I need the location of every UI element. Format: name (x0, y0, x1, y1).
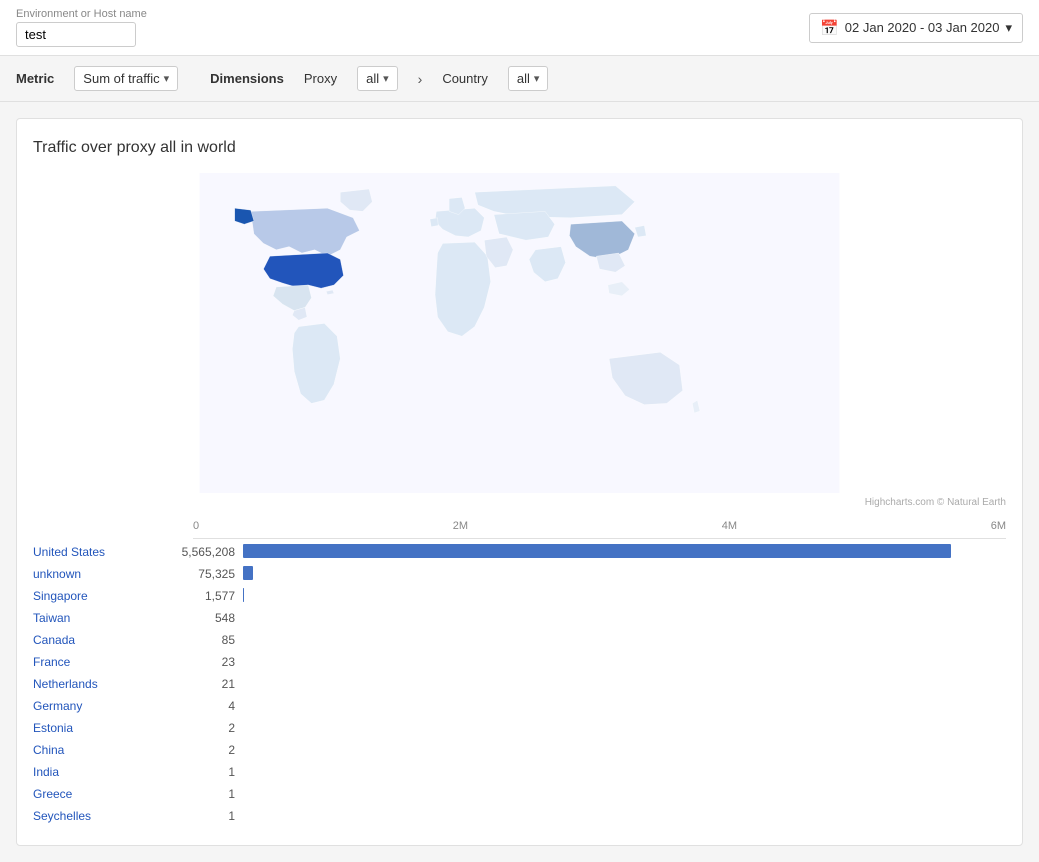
country-all-value: all (517, 71, 530, 86)
bar-chart-area: 0 2M 4M 6M United States 5,565,208 unkno… (33, 516, 1006, 825)
chevron-down-icon: ▾ (1005, 20, 1012, 36)
country-value: 75,325 (173, 567, 243, 581)
table-row: United States 5,565,208 (33, 543, 1006, 561)
country-name-link[interactable]: Germany (33, 699, 173, 713)
x-axis-2m: 2M (453, 520, 468, 532)
bar-wrap (243, 588, 1006, 604)
env-label: Environment or Host name (16, 8, 147, 20)
proxy-select[interactable]: all ▾ (357, 66, 398, 91)
bar-wrap (243, 566, 1006, 582)
date-range-picker[interactable]: 📅 02 Jan 2020 - 03 Jan 2020 ▾ (809, 13, 1023, 43)
country-value: 4 (173, 699, 243, 713)
country-name-link[interactable]: Greece (33, 787, 173, 801)
bar-rows: United States 5,565,208 unknown 75,325 S… (33, 543, 1006, 825)
country-value: 85 (173, 633, 243, 647)
metric-value: Sum of traffic (83, 71, 159, 86)
x-axis: 0 2M 4M 6M (193, 520, 1006, 532)
env-selector-group: Environment or Host name test (16, 8, 147, 47)
country-value: 1 (173, 809, 243, 823)
country-name-link[interactable]: China (33, 743, 173, 757)
country-value: 548 (173, 611, 243, 625)
chevron-down-icon: ▾ (164, 72, 170, 85)
chevron-down-icon: ▾ (383, 72, 389, 85)
bar-wrap (243, 786, 1006, 802)
bar-wrap (243, 720, 1006, 736)
metric-label: Metric (16, 71, 54, 86)
world-map (33, 173, 1006, 493)
table-row: Netherlands 21 (33, 675, 1006, 693)
table-row: China 2 (33, 741, 1006, 759)
country-value: 5,565,208 (173, 545, 243, 559)
country-name-link[interactable]: France (33, 655, 173, 669)
country-name-link[interactable]: United States (33, 545, 173, 559)
country-value: 1 (173, 787, 243, 801)
bar-wrap (243, 676, 1006, 692)
bar-wrap (243, 742, 1006, 758)
x-axis-4m: 4M (722, 520, 737, 532)
x-axis-6m: 6M (991, 520, 1006, 532)
country-name-link[interactable]: unknown (33, 567, 173, 581)
x-axis-0: 0 (193, 520, 199, 532)
bar (243, 544, 951, 558)
map-svg (33, 173, 1006, 493)
country-name-link[interactable]: Netherlands (33, 677, 173, 691)
proxy-label: Proxy (304, 71, 337, 86)
country-name-link[interactable]: Singapore (33, 589, 173, 603)
chart-card: Traffic over proxy all in world (16, 118, 1023, 846)
bar-wrap (243, 764, 1006, 780)
country-value: 1 (173, 765, 243, 779)
arrow-icon: › (418, 71, 423, 87)
bar-wrap (243, 808, 1006, 824)
date-range-text: 02 Jan 2020 - 03 Jan 2020 (845, 20, 1000, 35)
table-row: Seychelles 1 (33, 807, 1006, 825)
metric-bar: Metric Sum of traffic ▾ Dimensions Proxy… (0, 56, 1039, 102)
bar-wrap (243, 698, 1006, 714)
bar-wrap (243, 654, 1006, 670)
country-value: 23 (173, 655, 243, 669)
table-row: France 23 (33, 653, 1006, 671)
table-row: Germany 4 (33, 697, 1006, 715)
metric-select[interactable]: Sum of traffic ▾ (74, 66, 178, 91)
calendar-icon: 📅 (820, 19, 839, 37)
top-bar: Environment or Host name test 📅 02 Jan 2… (0, 0, 1039, 56)
bar-wrap (243, 544, 1006, 560)
dimensions-label: Dimensions (210, 71, 284, 86)
uk-path (430, 218, 438, 227)
chevron-down-icon: ▾ (534, 72, 540, 85)
chart-title: Traffic over proxy all in world (33, 139, 1006, 157)
country-select[interactable]: all ▾ (508, 66, 549, 91)
main-content: Traffic over proxy all in world (0, 102, 1039, 862)
highcharts-credit: Highcharts.com © Natural Earth (33, 497, 1006, 508)
bar-wrap (243, 610, 1006, 626)
bar (243, 566, 253, 580)
table-row: Canada 85 (33, 631, 1006, 649)
bar-wrap (243, 632, 1006, 648)
env-select-wrap: test (16, 22, 147, 47)
table-row: Taiwan 548 (33, 609, 1006, 627)
table-row: Singapore 1,577 (33, 587, 1006, 605)
country-label-text: Country (442, 71, 488, 86)
proxy-all-value: all (366, 71, 379, 86)
country-label: Country (442, 71, 488, 86)
country-name-link[interactable]: Canada (33, 633, 173, 647)
country-name-link[interactable]: Taiwan (33, 611, 173, 625)
table-row: unknown 75,325 (33, 565, 1006, 583)
table-row: India 1 (33, 763, 1006, 781)
country-name-link[interactable]: India (33, 765, 173, 779)
country-value: 1,577 (173, 589, 243, 603)
country-value: 2 (173, 743, 243, 757)
country-name-link[interactable]: Estonia (33, 721, 173, 735)
env-select[interactable]: test (16, 22, 136, 47)
country-value: 2 (173, 721, 243, 735)
x-axis-line (193, 538, 1006, 539)
table-row: Estonia 2 (33, 719, 1006, 737)
country-value: 21 (173, 677, 243, 691)
country-name-link[interactable]: Seychelles (33, 809, 173, 823)
